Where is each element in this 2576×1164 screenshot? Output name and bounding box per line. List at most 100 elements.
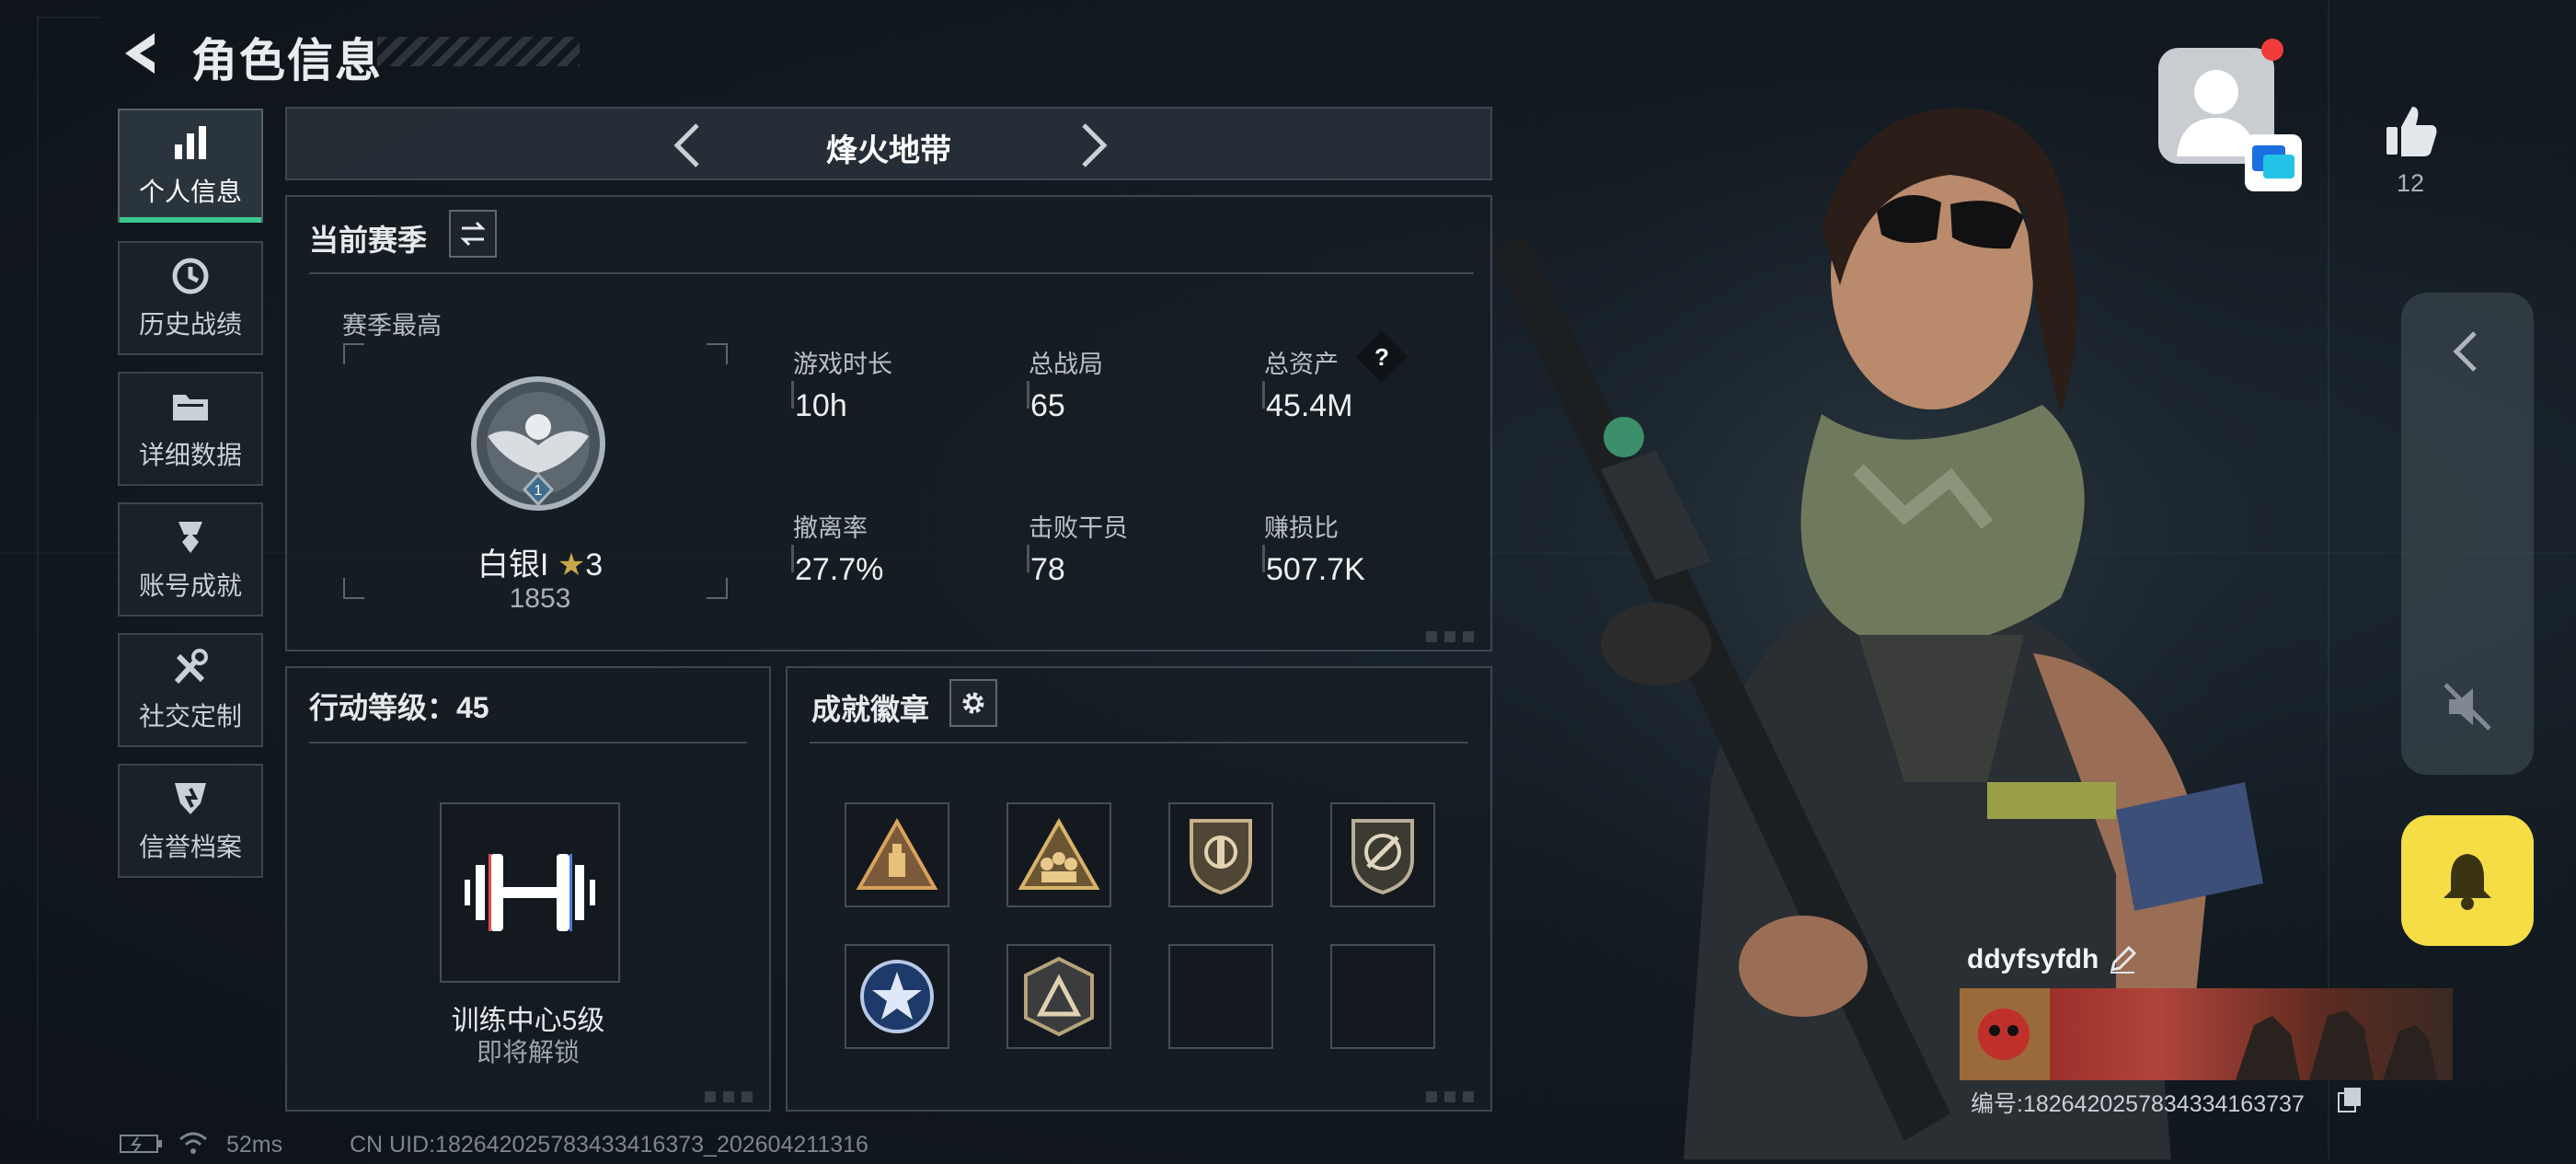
- warning-triangle-badge-icon: [856, 818, 938, 890]
- folder-icon: [173, 395, 208, 421]
- stat-tick: [1027, 545, 1029, 572]
- stat-label: 撤离率: [793, 514, 868, 542]
- credit-shield-icon: [175, 783, 206, 814]
- badge-slot[interactable]: [1168, 802, 1273, 907]
- shield-crossed-badge-icon: [1351, 819, 1414, 895]
- history-clock-icon: [172, 258, 209, 294]
- pencil-icon: [2110, 945, 2137, 974]
- back-button[interactable]: [118, 28, 169, 79]
- chat-bubble-icon: [2252, 145, 2294, 179]
- chat-button[interactable]: [2245, 134, 2302, 191]
- badge-slot[interactable]: [845, 944, 949, 1049]
- collapse-button[interactable]: [2442, 326, 2493, 377]
- notification-bell-button[interactable]: [2401, 815, 2534, 946]
- copy-icon: [2338, 1088, 2361, 1112]
- stat-value: 27.7%: [795, 552, 884, 587]
- stat-label: 击败干员: [1029, 514, 1128, 542]
- page-title: 角色信息: [191, 35, 383, 86]
- divider: [309, 742, 747, 743]
- sidebar-item-social[interactable]: 社交定制: [118, 633, 263, 747]
- sidebar-item-achievements[interactable]: 账号成就: [118, 502, 263, 617]
- thumbs-up-icon: [2386, 107, 2437, 156]
- season-panel: 当前赛季 赛季最高 1 白银I ★3 1853 游戏时长 10h 总战局 65 …: [285, 195, 1492, 651]
- star-icon: ★: [557, 547, 586, 582]
- mute-button[interactable]: [2440, 679, 2495, 734]
- player-banner[interactable]: [1960, 988, 2453, 1080]
- stat-tick: [1027, 381, 1029, 409]
- stat-tick: [791, 545, 794, 572]
- divider: [810, 742, 1468, 743]
- speaker-muted-icon: [2444, 683, 2491, 731]
- mode-selector: 烽火地带: [285, 107, 1492, 180]
- stat-tick: [791, 381, 794, 409]
- panel-corner-decoration: [1426, 1091, 1481, 1102]
- panel-corner-decoration: [705, 1091, 760, 1102]
- stat-value: 10h: [795, 388, 847, 423]
- facility-status: 即将解锁: [476, 1038, 580, 1066]
- dumbbell-icon: [465, 854, 595, 931]
- bar-chart-icon: [175, 126, 206, 159]
- panel-corner-decoration: [1426, 631, 1481, 642]
- stat-label: 游戏时长: [793, 351, 892, 378]
- swap-icon: [460, 221, 486, 247]
- badge-slot-empty[interactable]: [1168, 944, 1273, 1049]
- sidebar-item-label: 详细数据: [138, 441, 242, 469]
- stat-label: 赚损比: [1264, 514, 1339, 542]
- sidebar-item-label: 信誉档案: [138, 833, 242, 861]
- player-id: 编号:1826420257834334163737: [1971, 1091, 2305, 1117]
- stat-label: 总资产: [1264, 351, 1339, 378]
- sidebar-item-label: 账号成就: [138, 571, 242, 600]
- badge-slot[interactable]: [1006, 802, 1111, 907]
- sidebar-item-history[interactable]: 历史战绩: [118, 241, 263, 355]
- divider: [309, 272, 1474, 274]
- badge-slot-empty[interactable]: [1330, 944, 1435, 1049]
- gear-icon: [962, 692, 984, 714]
- star-medal-badge-icon: [860, 960, 934, 1033]
- side-control-panel: [2401, 293, 2534, 775]
- stat-value: 507.7K: [1266, 552, 1365, 587]
- mode-title: 烽火地带: [826, 133, 951, 168]
- badges-panel: 成就徽章: [786, 666, 1492, 1112]
- help-icon: ?: [1374, 343, 1389, 371]
- season-title: 当前赛季: [309, 224, 428, 257]
- copy-id-button[interactable]: [2337, 1086, 2363, 1113]
- rank-name-line: 白银I ★3: [462, 539, 618, 584]
- sidebar-item-detailed-data[interactable]: 详细数据: [118, 372, 263, 486]
- badge-slot[interactable]: [845, 802, 949, 907]
- chevron-left-icon: [2453, 331, 2477, 372]
- bell-icon: [2444, 854, 2491, 910]
- badges-title: 成就徽章: [811, 693, 930, 726]
- chevron-right-icon: [1082, 123, 1108, 167]
- rank-name: 白银I: [477, 547, 549, 582]
- wifi-icon: [178, 1130, 208, 1156]
- stat-value: 65: [1030, 388, 1065, 423]
- back-arrow-icon: [125, 33, 155, 74]
- sidebar-item-label: 社交定制: [138, 702, 242, 731]
- sidebar-item-credit[interactable]: 信誉档案: [118, 764, 263, 878]
- banner-art: [1960, 988, 2438, 1080]
- silver-rank-emblem: 1: [471, 376, 605, 511]
- sidebar-item-label: 个人信息: [138, 178, 242, 206]
- svg-text:1: 1: [535, 483, 543, 499]
- badge-slot[interactable]: [1330, 802, 1435, 907]
- username: ddyfsyfdh: [1967, 944, 2099, 974]
- season-switch-button[interactable]: [449, 210, 497, 258]
- stat-tick: [1262, 545, 1265, 572]
- badges-settings-button[interactable]: [949, 679, 997, 727]
- notification-dot: [2261, 39, 2283, 61]
- level-title: 行动等级：45: [309, 691, 489, 724]
- likes-count: 12: [2396, 169, 2425, 197]
- rank-stars: 3: [585, 547, 604, 582]
- training-center-slot[interactable]: [440, 802, 620, 983]
- mode-next-button[interactable]: [1065, 120, 1117, 171]
- edit-name-button[interactable]: [2107, 944, 2138, 975]
- stat-label: 总战局: [1029, 351, 1103, 378]
- shield-emblem-badge-icon: [1190, 819, 1252, 895]
- sidebar-item-personal-info[interactable]: 个人信息: [118, 109, 263, 223]
- tools-icon: [174, 649, 208, 685]
- like-button[interactable]: [2381, 101, 2440, 160]
- title-decoration: [377, 37, 580, 66]
- achievement-icon: [178, 522, 202, 553]
- pyramid-shield-badge-icon: [1024, 956, 1094, 1037]
- badge-slot[interactable]: [1006, 944, 1111, 1049]
